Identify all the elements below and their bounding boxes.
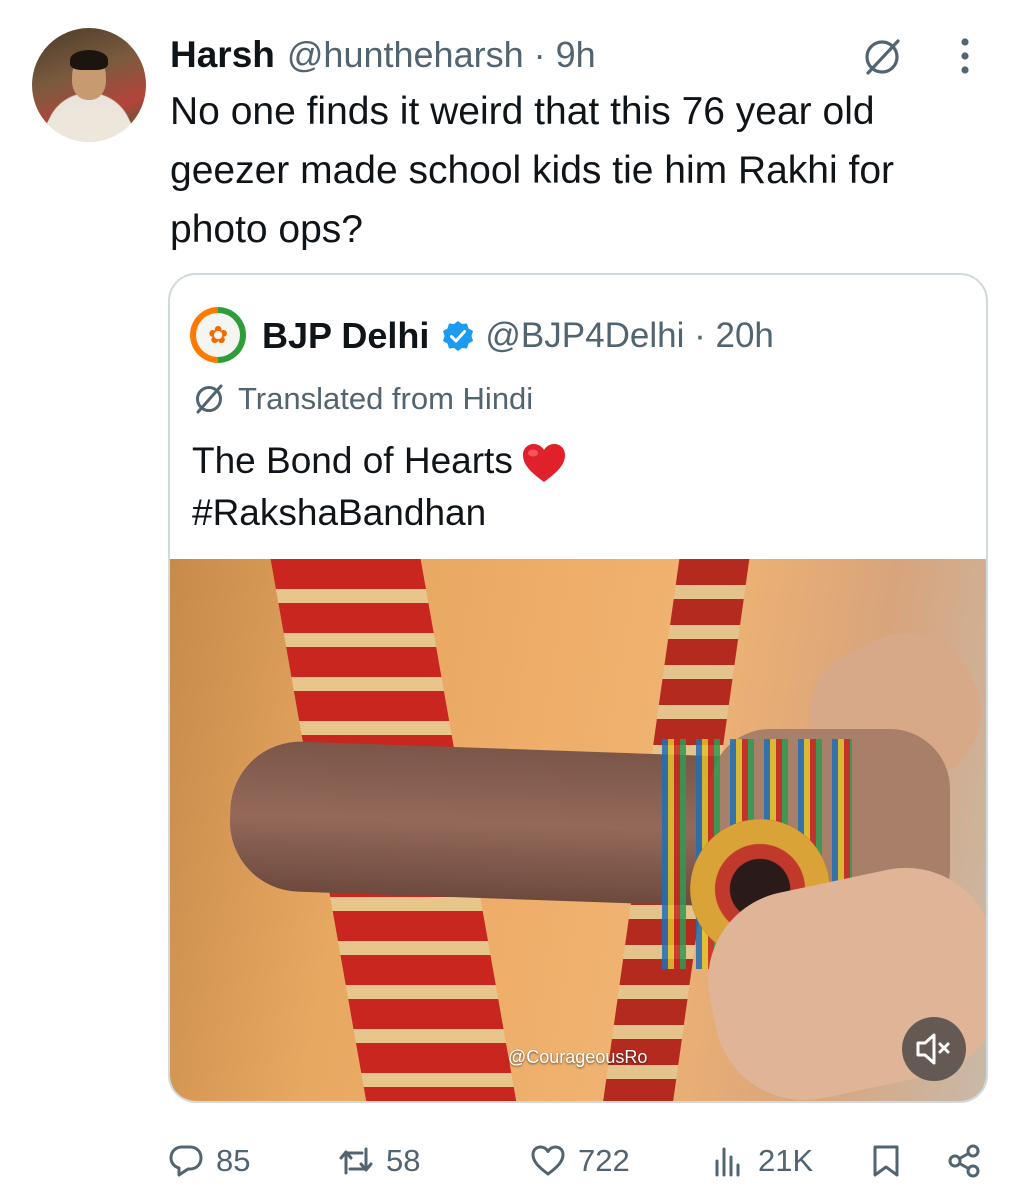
author-avatar[interactable] (32, 28, 146, 142)
translated-label: Translated from Hindi (238, 381, 534, 416)
bjp-logo-avatar[interactable]: ✿ (190, 307, 246, 363)
repost-count: 58 (386, 1143, 421, 1178)
more-options-icon[interactable] (950, 36, 980, 76)
quoted-tweet-time: 20h (715, 316, 774, 355)
unmute-button[interactable] (902, 1017, 966, 1081)
share-icon (948, 1144, 980, 1178)
grok-icon[interactable] (860, 35, 904, 79)
verified-badge-icon (443, 321, 474, 351)
video-watermark: @CourageousRo (508, 1047, 648, 1067)
heart-icon (531, 1145, 565, 1176)
author-name[interactable]: Harsh (170, 34, 275, 76)
quoted-tweet[interactable]: ✿ BJP Delhi @BJP4Delhi · 20h Translated … (168, 273, 988, 1103)
translate-icon (196, 384, 223, 414)
reply-button[interactable]: 85 (168, 1138, 250, 1184)
like-button[interactable]: 722 (530, 1138, 630, 1184)
reply-icon (169, 1145, 203, 1177)
quoted-tweet-header: BJP Delhi @BJP4Delhi · 20h (262, 311, 774, 361)
tweet-actions-bar: 85 58 722 21K (168, 1138, 998, 1184)
author-handle[interactable]: @huntheharsh · 9h (287, 34, 596, 76)
reply-count: 85 (216, 1143, 251, 1178)
tweet-time: 9h (555, 34, 596, 75)
bookmark-icon (873, 1145, 899, 1177)
tweet-text: No one finds it weird that this 76 year … (170, 90, 894, 251)
repost-icon (339, 1147, 373, 1175)
bookmark-button[interactable] (868, 1138, 916, 1184)
quoted-author-name[interactable]: BJP Delhi (262, 315, 429, 357)
repost-button[interactable]: 58 (338, 1138, 420, 1184)
quoted-video-media[interactable]: @CourageousRo (170, 559, 986, 1101)
quoted-tweet-text: The Bond of Hearts #RakshaBandhan (192, 435, 952, 539)
muted-speaker-icon (916, 1033, 950, 1065)
translation-notice[interactable]: Translated from Hindi (192, 379, 533, 419)
quoted-author-handle[interactable]: @BJP4Delhi · 20h (485, 316, 773, 356)
quoted-text-line1: The Bond of Hearts (192, 440, 513, 481)
previous-content-edge (0, 0, 1021, 14)
tweet-header: Harsh @huntheharsh · 9h (170, 30, 596, 80)
views-chart-icon (715, 1147, 740, 1177)
like-count: 722 (578, 1143, 630, 1178)
hashtag-link[interactable]: #RakshaBandhan (192, 492, 486, 533)
red-heart-emoji-icon (522, 444, 565, 483)
share-button[interactable] (946, 1138, 994, 1184)
views-button[interactable]: 21K (710, 1138, 813, 1184)
views-count: 21K (758, 1143, 814, 1178)
